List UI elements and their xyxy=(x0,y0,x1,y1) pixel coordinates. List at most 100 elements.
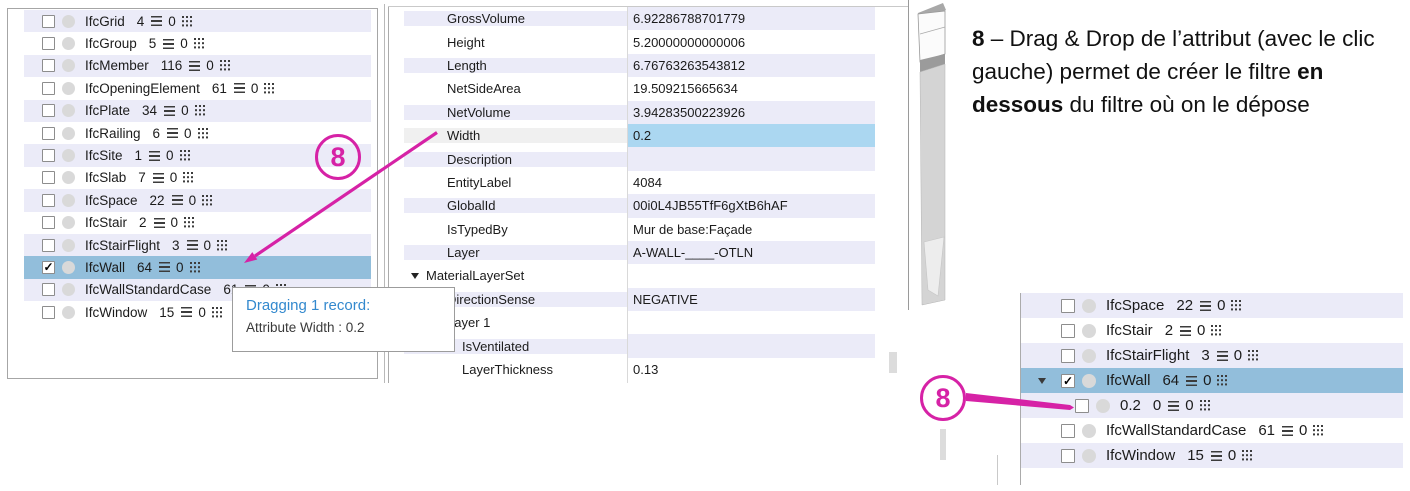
property-row-height[interactable]: Height5.20000000000006 xyxy=(404,30,875,53)
tree-row-ifcstair[interactable]: IfcStair20 xyxy=(1021,318,1403,343)
grid-icon xyxy=(182,16,194,27)
tree-row-ifcwallstandardcase[interactable]: IfcWallStandardCase610 xyxy=(1021,418,1403,443)
row-checkbox[interactable] xyxy=(42,82,55,95)
status-circle-icon xyxy=(62,306,75,319)
property-value: A-WALL-____-OTLN xyxy=(627,241,875,264)
tree-row-0-2[interactable]: 0.200 xyxy=(1021,393,1403,418)
property-value: Mur de base:Façade xyxy=(627,218,875,241)
instance-count: 4 xyxy=(137,14,145,29)
property-name: MaterialLayerSet xyxy=(426,268,524,283)
property-value: NEGATIVE xyxy=(627,288,875,311)
row-checkbox[interactable] xyxy=(42,283,55,296)
property-row-entitylabel[interactable]: EntityLabel4084 xyxy=(404,171,875,194)
property-row-width[interactable]: Width0.2 xyxy=(404,124,875,147)
row-checkbox[interactable] xyxy=(42,306,55,319)
tree-row-ifcplate[interactable]: IfcPlate340 xyxy=(24,100,371,122)
entity-label: IfcWindow xyxy=(85,305,147,320)
row-checkbox[interactable] xyxy=(42,171,55,184)
list-icon xyxy=(1200,301,1211,311)
tree-row-ifcstair[interactable]: IfcStair20 xyxy=(24,212,371,234)
instance-count: 64 xyxy=(137,260,152,275)
row-checkbox[interactable] xyxy=(1061,324,1075,338)
property-row-istypedby[interactable]: IsTypedByMur de base:Façade xyxy=(404,218,875,241)
property-row-netsidearea[interactable]: NetSideArea19.509215665634 xyxy=(404,77,875,100)
row-checkbox[interactable] xyxy=(1061,349,1075,363)
entity-label: IfcPlate xyxy=(85,103,130,118)
tree-row-ifcwindow[interactable]: IfcWindow150 xyxy=(1021,443,1403,468)
list-icon xyxy=(1217,351,1228,361)
row-checkbox[interactable] xyxy=(1075,399,1089,413)
property-name-cell: LayerThickness xyxy=(404,362,627,377)
row-checkbox[interactable] xyxy=(42,59,55,72)
property-name: IsVentilated xyxy=(462,339,529,354)
viewport-3d-fragment xyxy=(908,0,948,312)
entity-label: IfcStair xyxy=(85,215,127,230)
tree-row-ifcstairflight[interactable]: IfcStairFlight30 xyxy=(1021,343,1403,368)
property-row-materiallayerset[interactable]: MaterialLayerSet xyxy=(404,264,875,287)
grid-icon xyxy=(1217,375,1229,386)
list-icon xyxy=(189,61,200,71)
entity-label: 0.2 xyxy=(1120,397,1141,414)
property-row-grossvolume[interactable]: GrossVolume6.92286788701779 xyxy=(404,7,875,30)
row-checkbox[interactable] xyxy=(1061,449,1075,463)
property-value: 3.94283500223926 xyxy=(627,101,875,124)
row-checkbox[interactable]: ✓ xyxy=(1061,374,1075,388)
row-checkbox[interactable] xyxy=(42,127,55,140)
tree-expander[interactable] xyxy=(1035,378,1061,384)
tree-row-ifcstairflight[interactable]: IfcStairFlight30 xyxy=(24,234,371,256)
note-step-number: 8 xyxy=(972,26,985,51)
property-row-directionsense[interactable]: DirectionSenseNEGATIVE xyxy=(404,288,875,311)
zero-count: 0 xyxy=(180,36,188,51)
row-checkbox[interactable] xyxy=(42,37,55,50)
row-checkbox[interactable] xyxy=(1061,424,1075,438)
status-circle-icon xyxy=(62,171,75,184)
entity-label: IfcSpace xyxy=(1106,297,1164,314)
tree-row-ifcopeningelement[interactable]: IfcOpeningElement610 xyxy=(24,77,371,99)
tree-row-ifcmember[interactable]: IfcMember1160 xyxy=(24,55,371,77)
tree-row-ifcspace[interactable]: IfcSpace220 xyxy=(1021,293,1403,318)
row-checkbox[interactable] xyxy=(42,239,55,252)
status-circle-icon xyxy=(62,15,75,28)
row-checkbox[interactable] xyxy=(1061,299,1075,313)
row-checkbox[interactable] xyxy=(42,15,55,28)
row-checkbox[interactable]: ✓ xyxy=(42,261,55,274)
property-name-cell: NetSideArea xyxy=(404,81,627,96)
status-circle-icon xyxy=(1082,349,1096,363)
tree-row-ifcrailing[interactable]: IfcRailing60 xyxy=(24,122,371,144)
tooltip-title: Dragging 1 record: xyxy=(246,297,454,314)
property-row-isventilated[interactable]: IsVentilated xyxy=(404,334,875,357)
zero-count: 0 xyxy=(168,14,176,29)
property-row-layer-1[interactable]: Layer 1 xyxy=(404,311,875,334)
tree-row-ifcwall[interactable]: ✓IfcWall640 xyxy=(1021,368,1403,393)
expanded-triangle-icon[interactable] xyxy=(411,273,419,279)
list-icon xyxy=(1186,376,1197,386)
status-circle-icon xyxy=(62,283,75,296)
entity-label: IfcStairFlight xyxy=(1106,347,1189,364)
note-text: gauche) permet de créer le filtre xyxy=(972,59,1297,84)
property-row-layer[interactable]: LayerA-WALL-____-OTLN xyxy=(404,241,875,264)
row-checkbox[interactable] xyxy=(42,104,55,117)
row-checkbox[interactable] xyxy=(42,216,55,229)
property-row-description[interactable]: Description xyxy=(404,147,875,170)
property-row-netvolume[interactable]: NetVolume3.94283500223926 xyxy=(404,101,875,124)
zero-count: 0 xyxy=(189,193,197,208)
grid-icon xyxy=(220,60,232,71)
tree-row-ifcgrid[interactable]: IfcGrid40 xyxy=(24,10,371,32)
instance-count: 15 xyxy=(1187,447,1204,464)
note-text: – Drag & Drop de l’attribut (avec le cli… xyxy=(985,26,1375,51)
property-row-length[interactable]: Length6.76763263543812 xyxy=(404,54,875,77)
entity-label: IfcSpace xyxy=(85,193,138,208)
row-checkbox[interactable] xyxy=(42,149,55,162)
property-row-layerthickness[interactable]: LayerThickness0.13 xyxy=(404,358,875,381)
instance-count: 3 xyxy=(1201,347,1209,364)
property-row-globalid[interactable]: GlobalId00i0L4JB55TfF6gXtB6hAF xyxy=(404,194,875,217)
instance-count: 22 xyxy=(1176,297,1193,314)
tree-row-ifcspace[interactable]: IfcSpace220 xyxy=(24,189,371,211)
instance-count: 7 xyxy=(138,170,146,185)
tree-row-ifcgroup[interactable]: IfcGroup50 xyxy=(24,32,371,54)
row-checkbox[interactable] xyxy=(42,194,55,207)
tree-row-ifcwall[interactable]: ✓IfcWall640 xyxy=(24,256,371,278)
column-divider[interactable] xyxy=(627,7,628,383)
property-name: LayerThickness xyxy=(462,362,553,377)
property-name-cell: Layer xyxy=(404,245,627,260)
